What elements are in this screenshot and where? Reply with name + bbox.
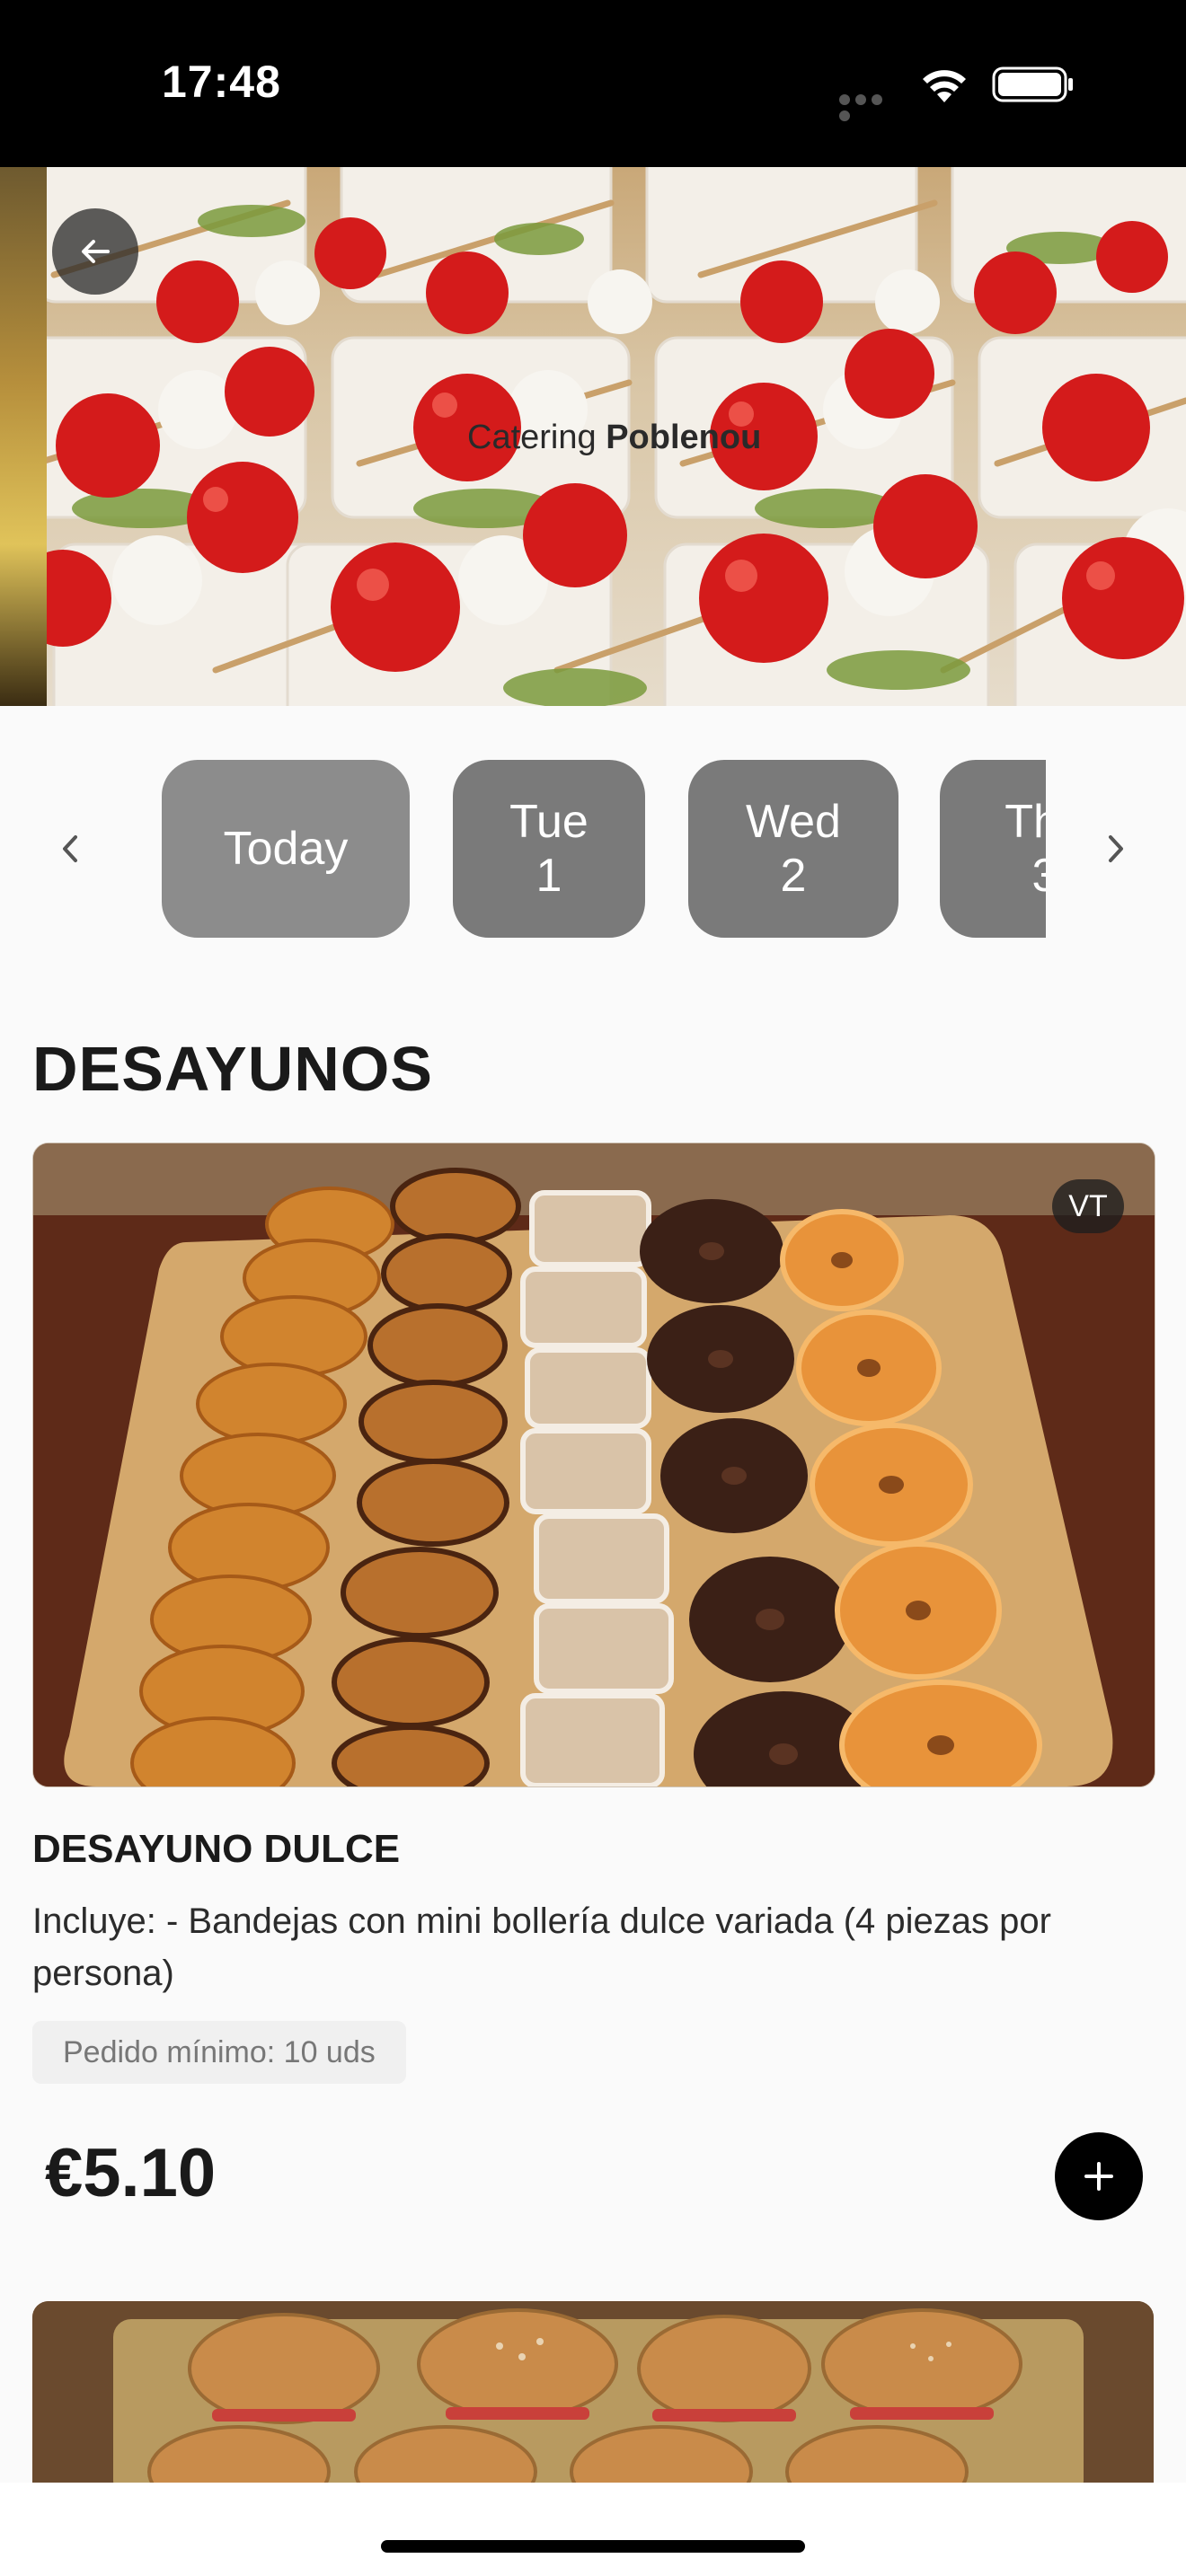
day-label: Tue — [509, 796, 589, 848]
day-label: Thu — [1005, 796, 1046, 848]
day-number: 3 — [1031, 850, 1046, 902]
day-pill-tue[interactable]: Tue 1 — [453, 760, 645, 938]
back-button[interactable] — [52, 208, 138, 295]
day-label: Today — [223, 823, 349, 875]
item-description: Incluye: - Bandejas con mini bollería du… — [32, 1901, 1051, 1993]
arrow-left-icon — [82, 240, 110, 263]
day-pill-today[interactable]: Today — [162, 760, 410, 938]
item-title: DESAYUNO DULCE — [32, 1827, 401, 1871]
wifi-icon — [923, 70, 966, 102]
plus-icon — [1084, 2162, 1113, 2191]
battery-icon — [992, 66, 1073, 102]
chevron-right-icon[interactable] — [1098, 826, 1134, 871]
day-pill-wed[interactable]: Wed 2 — [688, 760, 898, 938]
day-label: Wed — [746, 796, 841, 848]
hero-image: Catering Poblenou — [0, 167, 1186, 706]
add-to-cart-button[interactable] — [1055, 2132, 1143, 2220]
signal-dots-icon — [839, 93, 902, 121]
hero-side-strip — [0, 167, 47, 706]
product-image[interactable] — [32, 2301, 1154, 2490]
item-price: €5.10 — [45, 2135, 217, 2211]
home-indicator[interactable] — [381, 2540, 805, 2553]
vegetarian-badge: VT — [1052, 1179, 1124, 1233]
day-number: 2 — [780, 850, 807, 902]
day-number: 1 — [535, 850, 562, 902]
day-selector: Today Tue1 Wed2 Thu3 — [162, 760, 1046, 938]
status-time: 17:48 — [162, 57, 281, 107]
sandwich-tray-illustration — [32, 2301, 1154, 2490]
product-image[interactable]: VT — [32, 1142, 1155, 1787]
section-title: DESAYUNOS — [32, 1034, 433, 1104]
min-order-tag: Pedido mínimo: 10 uds — [32, 2021, 406, 2084]
pastry-tray-illustration — [33, 1143, 1155, 1786]
home-indicator-area — [0, 2483, 1186, 2576]
day-pill-thu[interactable]: Thu3 — [940, 760, 1046, 938]
brand-logo: Catering Poblenou — [467, 419, 762, 456]
chevron-left-icon[interactable] — [52, 826, 88, 871]
